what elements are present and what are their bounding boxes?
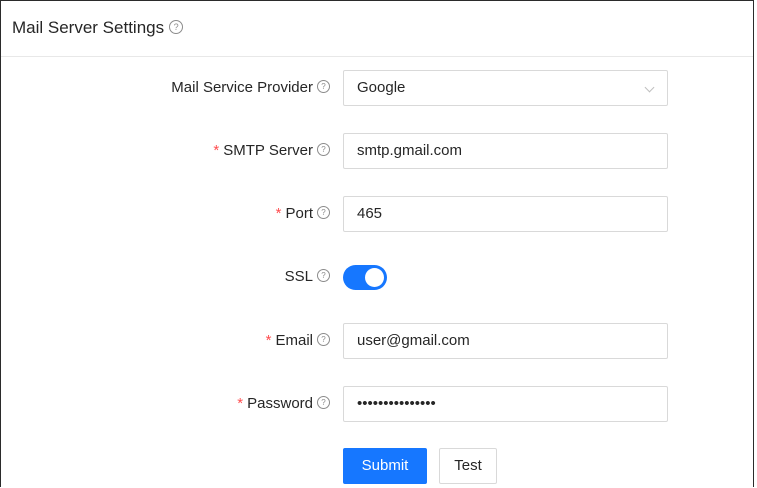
provider-row: Mail Service Provider? Google: [1, 70, 753, 106]
required-mark: *: [265, 332, 272, 349]
password-label-text: Password: [247, 395, 313, 412]
help-icon[interactable]: ?: [317, 205, 330, 219]
smtp-row: * SMTP Server? smtp.gmail.com: [1, 133, 753, 169]
ssl-label-text: SSL: [284, 268, 313, 285]
email-field[interactable]: user@gmail.com: [343, 323, 668, 359]
required-mark: *: [275, 205, 282, 222]
ssl-row: SSL?: [1, 259, 753, 295]
smtp-server-input[interactable]: smtp.gmail.com: [343, 133, 668, 169]
port-row: * Port? 465: [1, 196, 753, 232]
page-title-text: Mail Server Settings: [12, 18, 165, 37]
provider-label-text: Mail Service Provider: [171, 79, 313, 96]
help-icon[interactable]: ?: [317, 332, 330, 346]
required-mark: *: [213, 142, 220, 159]
smtp-label: * SMTP Server?: [213, 133, 330, 169]
email-row: * Email? user@gmail.com: [1, 323, 753, 359]
required-mark: *: [237, 395, 244, 412]
password-label: * Password?: [237, 386, 330, 422]
port-label: * Port?: [276, 196, 330, 232]
help-icon[interactable]: ?: [317, 268, 330, 282]
chevron-down-icon: [644, 82, 655, 93]
page-title: Mail Server Settings?: [12, 18, 184, 38]
provider-select[interactable]: Google: [343, 70, 668, 106]
help-icon[interactable]: ?: [317, 142, 330, 156]
help-icon[interactable]: ?: [317, 79, 330, 93]
password-field[interactable]: •••••••••••••••: [343, 386, 668, 422]
panel-header: Mail Server Settings?: [1, 1, 753, 57]
ssl-toggle[interactable]: [343, 265, 387, 290]
help-icon[interactable]: ?: [317, 395, 330, 409]
toggle-knob: [365, 268, 384, 287]
provider-label: Mail Service Provider?: [171, 70, 330, 106]
test-button[interactable]: Test: [439, 448, 497, 484]
mail-server-settings-panel: Mail Server Settings? Mail Service Provi…: [0, 0, 754, 487]
ssl-label: SSL?: [285, 259, 330, 295]
port-label-text: Port: [285, 205, 313, 222]
port-input[interactable]: 465: [343, 196, 668, 232]
help-icon[interactable]: ?: [169, 19, 184, 34]
email-label: * Email?: [266, 323, 330, 359]
password-row: * Password? •••••••••••••••: [1, 386, 753, 422]
smtp-label-text: SMTP Server: [223, 142, 313, 159]
provider-selected-value: Google: [357, 79, 406, 96]
submit-button[interactable]: Submit: [343, 448, 427, 484]
email-label-text: Email: [275, 332, 313, 349]
